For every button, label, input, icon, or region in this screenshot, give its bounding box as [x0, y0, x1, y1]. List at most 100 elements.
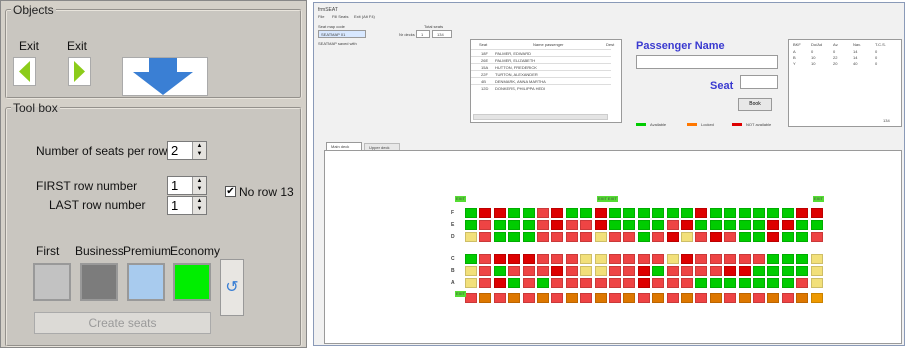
seat[interactable] — [623, 232, 636, 242]
table-row[interactable]: 4B DENMARK, ANNA MARTHA — [471, 77, 611, 84]
no-row13-checkbox[interactable]: ✔ — [225, 186, 236, 197]
seat[interactable] — [666, 208, 679, 218]
seat[interactable] — [781, 278, 794, 288]
seat[interactable] — [796, 220, 809, 230]
seat[interactable] — [753, 278, 765, 288]
seat[interactable] — [681, 266, 693, 276]
seat[interactable] — [738, 220, 751, 230]
seat[interactable] — [522, 266, 535, 276]
seat[interactable] — [767, 232, 780, 242]
tab-upper-deck[interactable]: Upper deck — [364, 143, 400, 150]
seat[interactable] — [580, 232, 593, 242]
seat[interactable] — [580, 293, 593, 303]
seat[interactable] — [724, 220, 737, 230]
create-seats-button[interactable]: Create seats — [34, 312, 211, 334]
seat[interactable] — [753, 254, 765, 264]
seat-input[interactable] — [740, 75, 778, 89]
seat[interactable] — [652, 266, 665, 276]
seat[interactable] — [609, 266, 621, 276]
seat[interactable] — [623, 220, 636, 230]
seat[interactable] — [537, 254, 549, 264]
seat[interactable] — [522, 278, 535, 288]
seats-per-row-stepper[interactable]: 2 ▲ ▼ — [167, 141, 207, 160]
seat[interactable] — [637, 232, 650, 242]
seat[interactable] — [623, 208, 636, 218]
class-first-swatch[interactable] — [33, 263, 71, 301]
seat[interactable] — [522, 208, 535, 218]
seat[interactable] — [565, 220, 578, 230]
seat[interactable] — [695, 208, 708, 218]
first-row-stepper[interactable]: 1 ▲ ▼ — [167, 176, 207, 195]
seat[interactable] — [594, 293, 607, 303]
seat[interactable] — [551, 293, 564, 303]
exit-right-button[interactable] — [68, 57, 91, 86]
seat[interactable] — [493, 293, 506, 303]
seat[interactable] — [810, 278, 823, 288]
seat[interactable] — [609, 232, 621, 242]
seat[interactable] — [724, 293, 737, 303]
seat[interactable] — [493, 208, 506, 218]
passenger-list[interactable]: Seat Name passenger Dest 18F PALMER, EDWA… — [470, 39, 622, 123]
spin-down-icon[interactable]: ▼ — [193, 185, 206, 193]
seat[interactable] — [796, 208, 809, 218]
nr-decks-value[interactable]: 1 — [421, 32, 423, 37]
seat[interactable] — [738, 254, 751, 264]
seat[interactable] — [781, 254, 794, 264]
seat[interactable] — [522, 254, 535, 264]
exit-left-button[interactable] — [13, 57, 36, 86]
seat[interactable] — [666, 278, 679, 288]
seat[interactable] — [580, 278, 593, 288]
seat[interactable] — [623, 293, 636, 303]
seat[interactable] — [551, 208, 564, 218]
seat[interactable] — [609, 208, 621, 218]
seat[interactable] — [594, 232, 607, 242]
seat[interactable] — [810, 254, 823, 264]
seat[interactable] — [580, 254, 593, 264]
spin-up-icon[interactable]: ▲ — [193, 177, 206, 185]
seat[interactable] — [724, 208, 737, 218]
seat[interactable] — [465, 232, 477, 242]
seat[interactable] — [537, 220, 549, 230]
seat[interactable] — [796, 278, 809, 288]
seat[interactable] — [522, 220, 535, 230]
seat[interactable] — [465, 266, 477, 276]
seat[interactable] — [623, 266, 636, 276]
seat[interactable] — [594, 254, 607, 264]
seat[interactable] — [479, 266, 492, 276]
seatmap-code-input[interactable]: SEATMAP 01 — [321, 32, 345, 37]
seat[interactable] — [709, 254, 722, 264]
menu-exit[interactable]: Exit (Alt F4) — [354, 14, 375, 19]
seat[interactable] — [781, 293, 794, 303]
seat[interactable] — [551, 232, 564, 242]
seat[interactable] — [810, 220, 823, 230]
menu-fill-seats[interactable]: Fill Seats — [332, 14, 348, 19]
seat[interactable] — [810, 293, 823, 303]
seat[interactable] — [724, 278, 737, 288]
seat[interactable] — [695, 278, 708, 288]
seat[interactable] — [681, 278, 693, 288]
seat[interactable] — [465, 254, 477, 264]
seat[interactable] — [565, 266, 578, 276]
last-row-stepper[interactable]: 1 ▲ ▼ — [167, 196, 207, 215]
seat[interactable] — [695, 232, 708, 242]
seat[interactable] — [810, 232, 823, 242]
seat[interactable] — [465, 220, 477, 230]
seat[interactable] — [681, 208, 693, 218]
seat[interactable] — [609, 278, 621, 288]
spin-down-icon[interactable]: ▼ — [193, 205, 206, 213]
seat[interactable] — [479, 278, 492, 288]
seat[interactable] — [637, 254, 650, 264]
table-row[interactable]: 26E PALMER, ELIZABETH — [471, 56, 611, 63]
table-row[interactable]: 18F PALMER, EDWARD — [471, 49, 611, 56]
seat[interactable] — [479, 293, 492, 303]
seat[interactable] — [666, 293, 679, 303]
seat[interactable] — [479, 220, 492, 230]
book-button[interactable]: Book — [738, 98, 772, 111]
class-business-swatch[interactable] — [80, 263, 118, 301]
table-row[interactable]: 15A HUTTON, FREDERICK — [471, 63, 611, 70]
seat[interactable] — [594, 266, 607, 276]
seat[interactable] — [537, 232, 549, 242]
seat[interactable] — [493, 220, 506, 230]
seat[interactable] — [652, 220, 665, 230]
seat[interactable] — [666, 266, 679, 276]
